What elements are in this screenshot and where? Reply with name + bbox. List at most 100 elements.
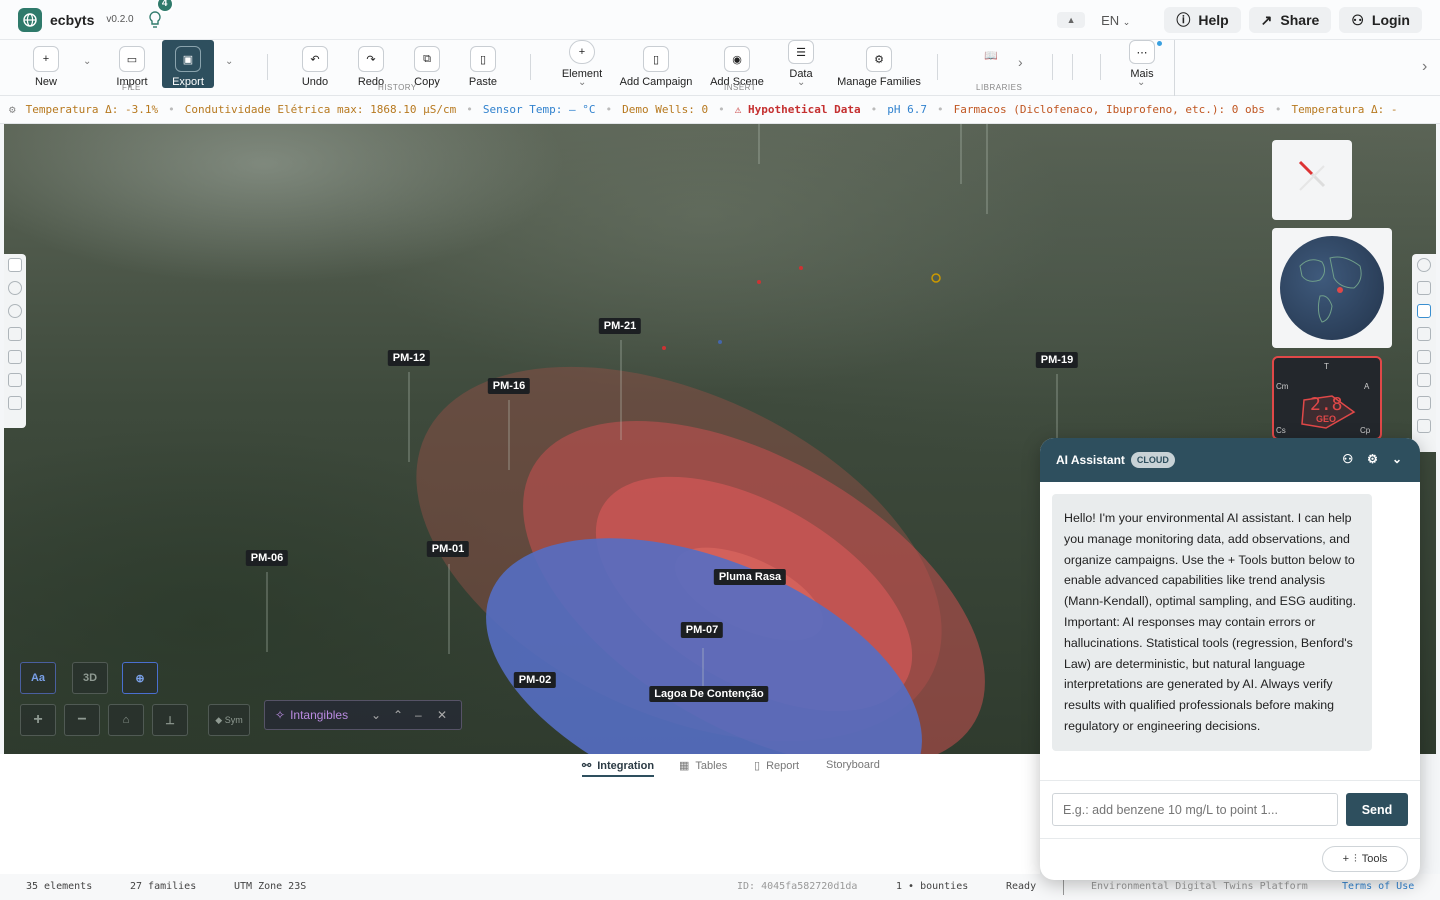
bounties-count[interactable]: 1 • bounties <box>896 881 968 892</box>
geo-score-widget[interactable]: T A Cm Cs Cp 2.8 GEO <box>1272 356 1382 440</box>
minimize-icon[interactable]: – <box>415 708 422 722</box>
tab-integration[interactable]: ⚯ Integration <box>582 759 655 777</box>
undo-button[interactable]: ↶ Undo <box>300 40 330 88</box>
add-campaign-button[interactable]: ▯ Add Campaign <box>618 40 694 88</box>
paste-button[interactable]: ▯ Paste <box>468 40 498 88</box>
user-icon: ⚇ <box>1351 11 1364 28</box>
history-group-label: HISTORY <box>378 83 417 92</box>
terms-link[interactable]: Terms of Use <box>1342 881 1414 892</box>
well-label[interactable]: PM-16 <box>487 378 531 394</box>
well-label[interactable]: PM-12 <box>387 350 431 366</box>
globe-minimap[interactable] <box>1272 228 1392 348</box>
redo-button[interactable]: ↷ Redo <box>356 40 386 88</box>
labels-toggle-button[interactable]: Aa <box>20 662 56 694</box>
ticker-item: Condutividade Elétrica max: 1868.10 µS/c… <box>184 103 457 116</box>
circle-icon[interactable] <box>8 281 22 295</box>
more-button[interactable]: ⋯ Mais <box>1126 40 1158 80</box>
chevron-right-icon[interactable]: › <box>1018 54 1023 70</box>
chevron-down-icon: ⌄ <box>1137 77 1146 88</box>
broadcast-icon[interactable] <box>1417 327 1431 341</box>
well-label[interactable]: PM-02 <box>513 672 557 688</box>
chat-input[interactable] <box>1052 793 1338 826</box>
well-label[interactable]: PM-07 <box>680 622 724 638</box>
share-nodes-icon[interactable] <box>8 350 22 364</box>
tab-tables[interactable]: ▦ Tables <box>679 759 727 773</box>
ticker-item: pH 6.7 <box>887 103 928 116</box>
target-icon[interactable] <box>8 304 22 318</box>
collapse-toolbar-button[interactable]: ▲ <box>1057 12 1086 28</box>
settings-gear-icon[interactable]: ⚙ <box>9 103 16 116</box>
ribbon-toolbar: + New ⌄ ▭ Import ▣ Export ⌄ FILE ↶ Undo ↷ Red… <box>0 40 1440 96</box>
insert-group-label: INSERT <box>724 83 757 92</box>
language-selector[interactable]: EN ⌄ <box>1101 13 1130 28</box>
ai-assistant-title: AI Assistant <box>1056 453 1125 467</box>
camera-icon[interactable] <box>8 327 22 341</box>
document-icon[interactable] <box>1417 350 1431 364</box>
export-dropdown-chevron-icon[interactable]: ⌄ <box>225 56 233 67</box>
well-label[interactable]: PM-19 <box>1035 352 1079 368</box>
layers-icon[interactable] <box>8 258 22 272</box>
globe-view-button[interactable]: ⊕ <box>122 662 158 694</box>
chevron-right-icon[interactable]: › <box>1422 58 1427 76</box>
geo-axis-label: A <box>1364 382 1370 391</box>
plume-label[interactable]: Pluma Rasa <box>713 569 787 585</box>
tab-storyboard[interactable]: Storyboard <box>826 759 880 771</box>
zoom-out-button[interactable]: − <box>64 704 100 736</box>
well-label[interactable]: PM-21 <box>598 318 642 334</box>
app-logo-icon[interactable] <box>18 7 42 32</box>
add-scene-button[interactable]: ◉ Add Scene <box>708 40 766 88</box>
data-button[interactable]: ☰ Data <box>786 40 816 80</box>
collapse-down-icon[interactable]: ⌄ <box>371 708 381 722</box>
grid-icon[interactable] <box>8 396 22 410</box>
3d-toggle-button[interactable]: 3D <box>72 662 108 694</box>
divider <box>1052 54 1053 80</box>
login-button[interactable]: ⚇ Login <box>1339 7 1422 33</box>
gear-icon[interactable]: ⚙ <box>1367 452 1378 466</box>
clipboard-icon: ▯ <box>470 46 496 72</box>
collapse-up-icon[interactable]: ⌃ <box>393 708 403 722</box>
tab-report[interactable]: ▯ Report <box>754 759 799 773</box>
grid-icon[interactable] <box>1417 419 1431 433</box>
help-button[interactable]: ⓘ Help <box>1164 7 1241 33</box>
chevron-down-icon: ⌄ <box>797 77 806 88</box>
lagoon-label[interactable]: Lagoa De Contenção <box>649 686 769 702</box>
ground-level-button[interactable]: ⊥ <box>152 704 188 736</box>
library-button[interactable]: 📖 <box>978 40 1004 74</box>
symbols-button[interactable]: ◆ Sym <box>208 704 250 736</box>
zoom-in-button[interactable]: + <box>20 704 56 736</box>
import-button[interactable]: ▭ Import <box>116 40 148 88</box>
users-icon[interactable]: ⚇ <box>1342 452 1353 466</box>
folder-icon[interactable] <box>1417 304 1431 318</box>
close-icon[interactable]: ✕ <box>437 708 447 722</box>
chevron-down-icon: ⌄ <box>578 77 587 88</box>
settings-icon[interactable] <box>1417 258 1431 272</box>
paste-label: Paste <box>468 76 498 88</box>
well-label[interactable]: PM-06 <box>245 550 289 566</box>
chevron-down-icon[interactable]: ⌄ <box>1392 452 1402 466</box>
well-line <box>620 340 622 440</box>
grid-icon[interactable] <box>1417 281 1431 295</box>
bar-chart-icon[interactable] <box>1417 373 1431 387</box>
tab-label: Integration <box>597 759 655 772</box>
send-button[interactable]: Send <box>1346 793 1408 826</box>
shield-icon[interactable] <box>1417 396 1431 410</box>
tools-button[interactable]: + ⫶ Tools <box>1322 846 1408 872</box>
dollar-icon[interactable] <box>8 373 22 387</box>
export-button[interactable]: ▣ Export <box>162 40 214 88</box>
left-tool-strip <box>4 254 26 428</box>
new-dropdown-chevron-icon[interactable]: ⌄ <box>83 56 91 67</box>
well-line <box>702 648 704 688</box>
language-label: EN <box>1101 12 1120 28</box>
copy-button[interactable]: ⧉ Copy <box>412 40 442 88</box>
login-label: Login <box>1371 12 1410 28</box>
well-label[interactable]: PM-01 <box>426 541 470 557</box>
lightbulb-icon[interactable]: 4 <box>148 0 174 29</box>
divider <box>267 54 268 80</box>
element-button[interactable]: + Element <box>560 40 604 80</box>
manage-families-button[interactable]: ⚙ Manage Families <box>836 40 922 88</box>
intangibles-panel[interactable]: ✧ Intangibles ⌄ ⌃ – ✕ <box>264 700 462 730</box>
home-button[interactable]: ⌂ <box>108 704 144 736</box>
share-button[interactable]: ↗ Share <box>1248 7 1332 33</box>
compass-widget[interactable] <box>1272 140 1352 220</box>
new-button[interactable]: + New <box>32 40 60 88</box>
